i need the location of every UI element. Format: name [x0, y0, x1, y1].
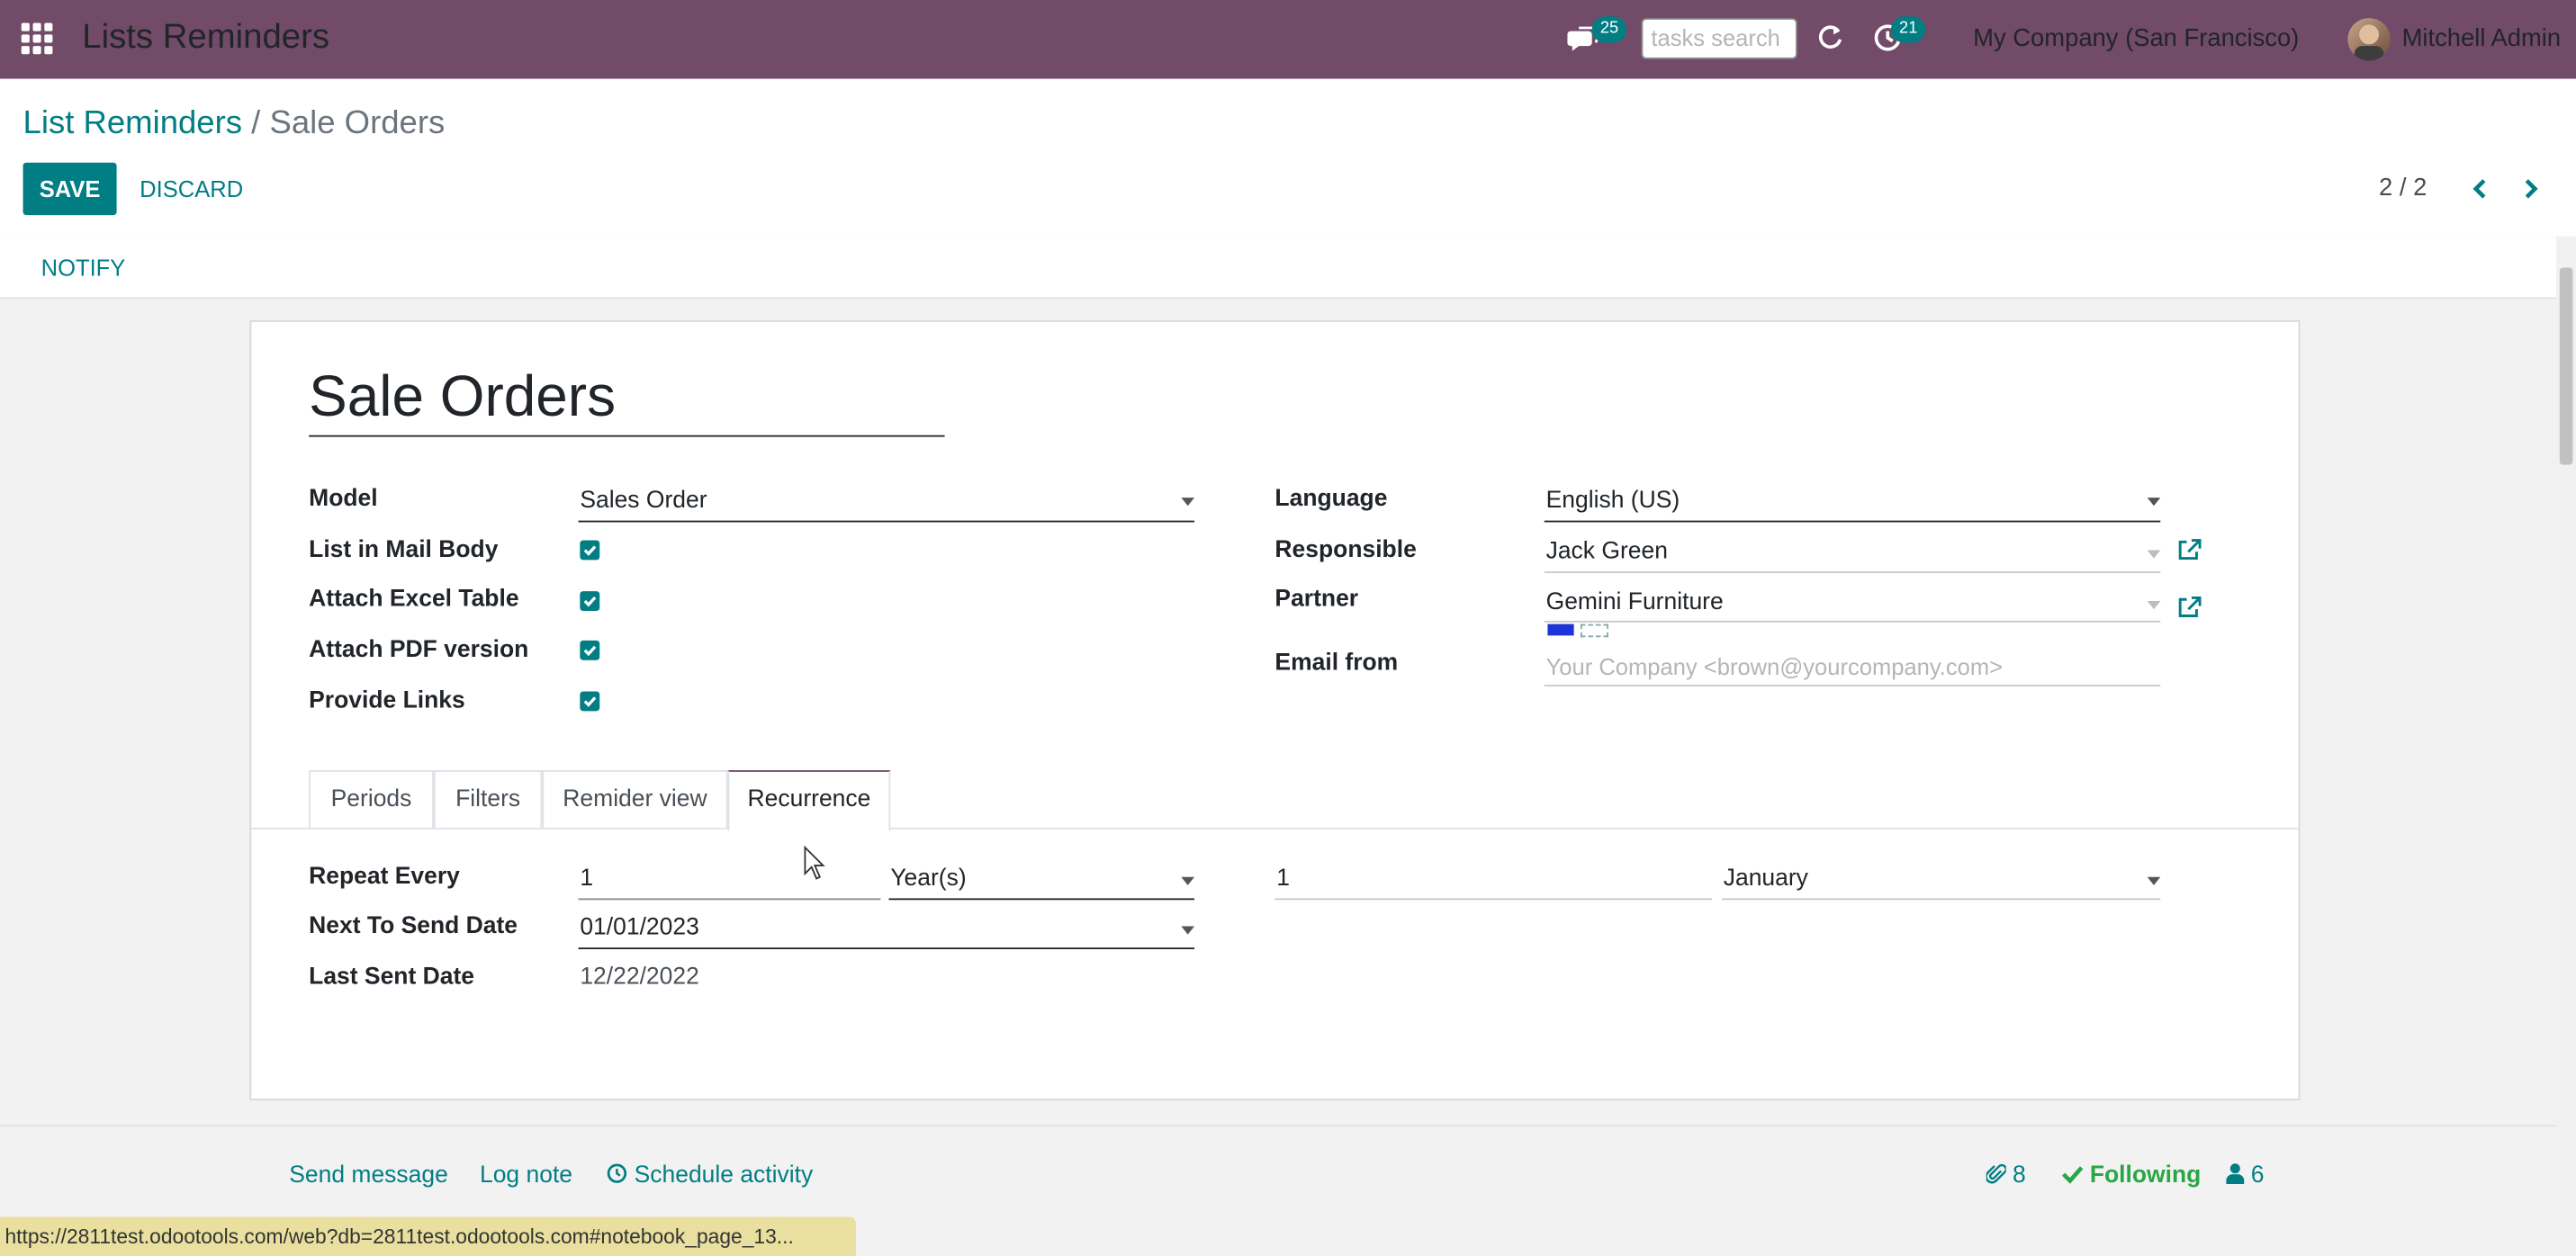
repeat-unit-underline	[888, 898, 1194, 901]
email-from-label: Email from	[1274, 650, 1399, 677]
attach-pdf-checkbox[interactable]	[580, 640, 600, 660]
check-icon	[2061, 1166, 2084, 1184]
save-button[interactable]: SAVE	[23, 162, 117, 216]
language-underline	[1544, 520, 2161, 523]
discard-button[interactable]: DISCARD	[140, 163, 243, 215]
schedule-activity-button[interactable]: Schedule activity	[607, 1162, 814, 1189]
provide-links-checkbox[interactable]	[580, 691, 600, 712]
next-send-date-dropdown-icon[interactable]	[1181, 926, 1194, 935]
responsible-external-link-icon[interactable]	[2178, 539, 2202, 562]
attachments-button[interactable]: 8	[1985, 1162, 2026, 1189]
tab-reminder-view[interactable]: Remider view	[542, 770, 728, 828]
month-select[interactable]: January	[1724, 866, 1808, 892]
attach-excel-label: Attach Excel Table	[309, 586, 519, 613]
form-sheet	[249, 319, 2301, 1100]
notebook-tabs-line	[251, 827, 2299, 830]
language-label: Language	[1274, 486, 1388, 513]
mouse-cursor-icon	[804, 845, 827, 882]
followers-count: 6	[2250, 1162, 2265, 1189]
pager-value[interactable]: 2 / 2	[2379, 174, 2427, 202]
last-sent-date-value: 12/22/2022	[580, 964, 699, 991]
repeat-unit-dropdown-icon[interactable]	[1181, 876, 1194, 885]
model-dropdown-icon[interactable]	[1181, 498, 1194, 507]
messages-count-badge: 25	[1591, 16, 1627, 43]
tab-recurrence[interactable]: Recurrence	[727, 770, 891, 831]
user-icon	[2226, 1163, 2245, 1185]
repeat-every-label: Repeat Every	[309, 864, 460, 891]
pager-previous-icon[interactable]	[2469, 177, 2492, 201]
status-url-tooltip: https://2811test.odootools.com/web?db=28…	[0, 1216, 856, 1256]
app-menu-icon[interactable]	[21, 22, 55, 57]
breadcrumb-parent-link[interactable]: List Reminders	[23, 105, 242, 141]
user-avatar[interactable]	[2347, 18, 2391, 61]
partner-tag-color-swatch	[1547, 624, 1574, 636]
log-note-button[interactable]: Log note	[480, 1162, 572, 1189]
record-name-input[interactable]: Sale Orders	[309, 364, 616, 430]
partner-label: Partner	[1274, 586, 1359, 613]
day-of-month-input[interactable]: 1	[1276, 866, 1290, 892]
attach-excel-checkbox[interactable]	[580, 591, 600, 612]
day-of-month-underline	[1274, 898, 1712, 901]
tab-periods[interactable]: Periods	[309, 770, 434, 828]
paperclip-icon	[1985, 1163, 2007, 1184]
month-underline	[1721, 898, 2161, 901]
tab-filters[interactable]: Filters	[433, 770, 543, 828]
notify-button[interactable]: NOTIFY	[41, 255, 126, 281]
company-switcher[interactable]: My Company (San Francisco)	[1973, 24, 2299, 52]
next-send-date-input[interactable]: 01/01/2023	[580, 915, 698, 941]
form-statusbar	[0, 236, 2557, 300]
email-from-input[interactable]: Your Company <brown@yourcompany.com>	[1546, 653, 2003, 679]
tasks-search-input[interactable]: tasks search	[1641, 18, 1797, 59]
responsible-dropdown-icon[interactable]	[2147, 550, 2161, 559]
activities-count-badge: 21	[1890, 16, 1926, 43]
attachments-count: 8	[2013, 1162, 2026, 1189]
user-menu[interactable]: Mitchell Admin	[2402, 24, 2562, 52]
record-name-underline	[309, 435, 945, 437]
responsible-underline	[1544, 571, 2161, 574]
language-select[interactable]: English (US)	[1546, 488, 1680, 514]
model-underline	[578, 520, 1194, 523]
provide-links-label: Provide Links	[309, 687, 465, 715]
repeat-every-input[interactable]: 1	[580, 866, 593, 892]
responsible-field[interactable]: Jack Green	[1546, 539, 1668, 565]
control-panel	[0, 78, 2576, 238]
repeat-unit-select[interactable]: Year(s)	[890, 866, 966, 892]
last-sent-date-label: Last Sent Date	[309, 964, 475, 991]
attach-pdf-label: Attach PDF version	[309, 637, 529, 664]
month-dropdown-icon[interactable]	[2147, 876, 2161, 885]
breadcrumb-current: Sale Orders	[269, 104, 446, 141]
following-button[interactable]: Following	[2061, 1162, 2202, 1189]
breadcrumb-separator: /	[242, 104, 270, 141]
next-send-date-label: Next To Send Date	[309, 912, 518, 940]
schedule-activity-label: Schedule activity	[634, 1162, 814, 1189]
partner-tag-empty-swatch	[1580, 624, 1608, 638]
responsible-label: Responsible	[1274, 536, 1417, 564]
partner-underline	[1544, 620, 2161, 623]
following-label: Following	[2089, 1162, 2202, 1189]
partner-field[interactable]: Gemini Furniture	[1546, 589, 1724, 615]
model-label: Model	[309, 486, 378, 513]
chatter-divider	[0, 1125, 2557, 1127]
email-from-underline	[1544, 685, 2161, 686]
followers-button[interactable]: 6	[2226, 1162, 2264, 1189]
pager-next-icon[interactable]	[2518, 177, 2542, 201]
list-in-mail-checkbox[interactable]	[580, 540, 600, 561]
language-dropdown-icon[interactable]	[2147, 498, 2161, 507]
partner-external-link-icon[interactable]	[2178, 596, 2202, 620]
partner-dropdown-icon[interactable]	[2147, 601, 2161, 610]
clock-icon	[607, 1163, 627, 1183]
model-select[interactable]: Sales Order	[580, 488, 707, 514]
app-title[interactable]: Lists Reminders	[82, 18, 329, 58]
refresh-icon[interactable]	[1815, 23, 1845, 53]
list-in-mail-label: List in Mail Body	[309, 536, 499, 564]
scrollbar-thumb[interactable]	[2559, 267, 2573, 465]
breadcrumb: List Reminders / Sale Orders	[23, 105, 446, 143]
repeat-every-underline	[578, 898, 881, 901]
next-send-date-underline	[578, 947, 1194, 950]
send-message-button[interactable]: Send message	[289, 1162, 448, 1189]
